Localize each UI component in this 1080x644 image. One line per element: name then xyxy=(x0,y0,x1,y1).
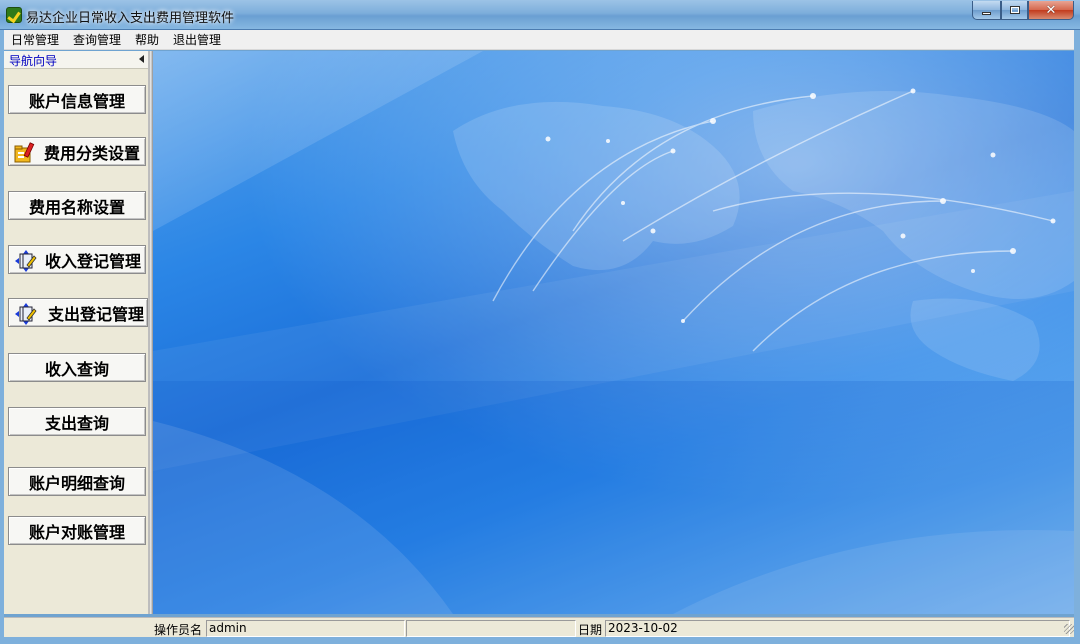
date-value: 2023-10-02 xyxy=(605,620,1070,637)
nav-button-label: 收入查询 xyxy=(44,359,109,379)
nav-button-label: 收入登记管理 xyxy=(44,251,141,271)
nav-button-label: 支出登记管理 xyxy=(47,304,144,324)
nav-button-account-reconcile[interactable]: 账户对账管理 xyxy=(8,516,146,545)
nav-button-income-query[interactable]: 收入查询 xyxy=(8,353,146,382)
collapse-arrow-icon[interactable] xyxy=(139,55,144,63)
maximize-icon xyxy=(1009,6,1020,14)
menu-query-management[interactable]: 查询管理 xyxy=(66,30,128,50)
nav-button-account-info[interactable]: 账户信息管理 xyxy=(8,85,146,114)
resize-grip-icon[interactable] xyxy=(1064,624,1074,634)
nav-button-expense-register[interactable]: 支出登记管理 xyxy=(8,298,148,327)
nav-button-label: 账户信息管理 xyxy=(28,91,125,111)
nav-button-income-register[interactable]: 收入登记管理 xyxy=(8,245,146,274)
menu-bar: 日常管理 查询管理 帮助 退出管理 xyxy=(4,30,1074,50)
nav-header: 导航向导 xyxy=(4,51,148,69)
nav-button-account-detail-query[interactable]: 账户明细查询 xyxy=(8,467,146,496)
nav-header-label: 导航向导 xyxy=(9,54,58,68)
date-label: 日期 xyxy=(578,623,603,637)
main-background-image xyxy=(153,51,1074,614)
nav-button-expense-query[interactable]: 支出查询 xyxy=(8,407,146,436)
close-icon: ✕ xyxy=(1045,2,1057,18)
maximize-button[interactable] xyxy=(1001,1,1028,20)
nav-button-expense-category[interactable]: 费用分类设置 xyxy=(8,137,146,166)
menu-help[interactable]: 帮助 xyxy=(128,30,166,50)
nav-button-label: 账户对账管理 xyxy=(28,522,125,542)
nav-button-label: 账户明细查询 xyxy=(28,473,125,493)
status-spacer xyxy=(406,620,576,637)
app-icon xyxy=(6,7,22,23)
navigation-panel: 导航向导 账户信息管理 费用分类设置 费用名称设置 收入登记管理 支出登记管理 … xyxy=(4,51,149,614)
nav-button-label: 支出查询 xyxy=(44,413,109,433)
nav-button-label: 费用名称设置 xyxy=(28,197,125,217)
operator-label: 操作员名 xyxy=(154,623,203,637)
title-bar[interactable]: 易达企业日常收入支出费用管理软件 ✕ xyxy=(0,0,1080,30)
status-bar: 操作员名 admin 日期 2023-10-02 xyxy=(4,617,1074,637)
nav-button-expense-name[interactable]: 费用名称设置 xyxy=(8,191,146,220)
window-title: 易达企业日常收入支出费用管理软件 xyxy=(26,11,235,26)
book-edit-icon xyxy=(15,303,37,325)
world-map-graphic xyxy=(153,51,1074,614)
close-button[interactable]: ✕ xyxy=(1028,1,1074,20)
book-edit-icon xyxy=(15,250,37,272)
nav-button-label: 费用分类设置 xyxy=(43,143,140,163)
window-frame-right xyxy=(1074,30,1080,644)
operator-value: admin xyxy=(206,620,405,637)
minimize-icon xyxy=(982,11,991,15)
folder-settings-icon xyxy=(14,142,35,163)
window-frame-bottom xyxy=(0,637,1080,644)
menu-exit-management[interactable]: 退出管理 xyxy=(166,30,228,50)
minimize-button[interactable] xyxy=(972,1,1001,20)
menu-daily-management[interactable]: 日常管理 xyxy=(4,30,66,50)
